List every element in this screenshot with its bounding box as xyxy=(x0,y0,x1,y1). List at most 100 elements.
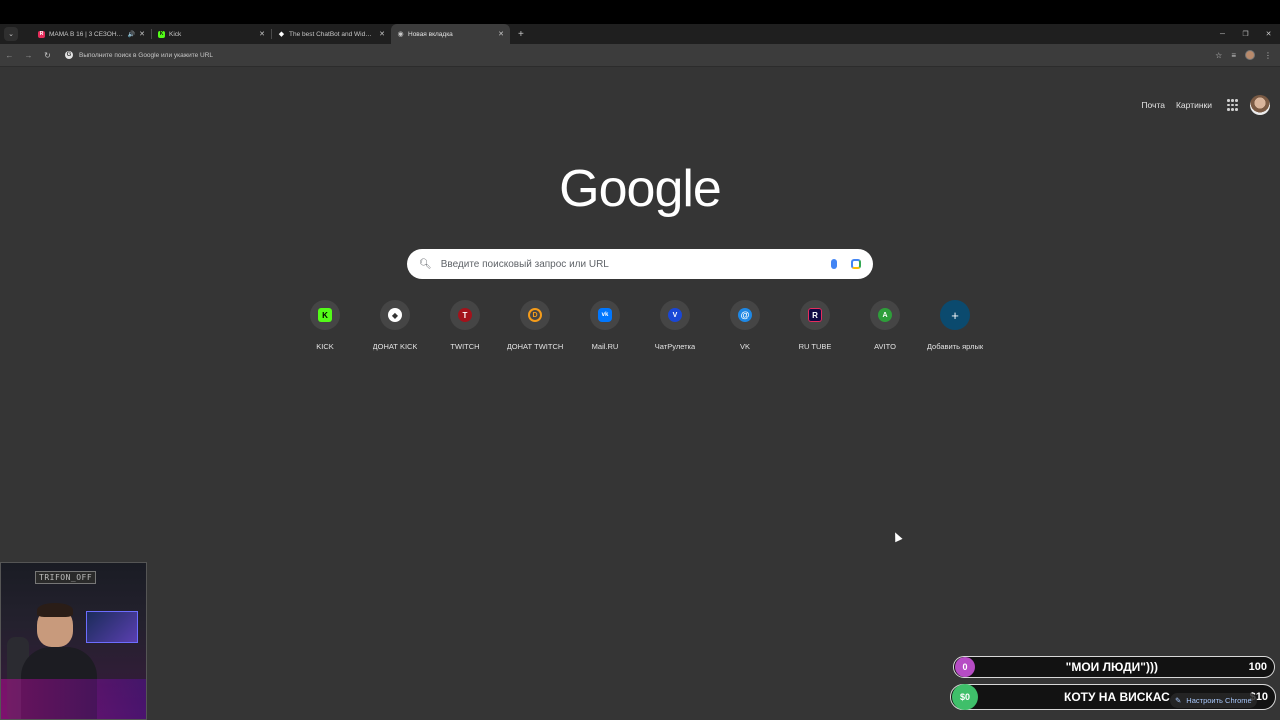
goal-title: "МОИ ЛЮДИ"))) xyxy=(1065,660,1158,674)
shortcut-tile: D xyxy=(520,300,550,330)
profile-avatar-icon[interactable] xyxy=(1245,50,1255,60)
shortcut-tile: A xyxy=(870,300,900,330)
donation-icon: ◆ xyxy=(388,308,402,322)
tab-new-tab[interactable]: ◉ Новая вкладка ✕ xyxy=(391,24,510,44)
apps-grid-icon[interactable] xyxy=(1227,99,1239,111)
shortcuts-grid: K KICK ◆ ДОНАТ KICK T TWITCH D ДОНАТ TWI… xyxy=(290,300,990,351)
kick-icon: K xyxy=(318,308,332,322)
tab-title: MAMA В 16 | 3 СЕЗОН, 1 ВЫПУСК xyxy=(49,30,125,38)
shortcut-label: TWITCH xyxy=(450,342,480,351)
tab-title: Новая вкладка xyxy=(408,30,453,38)
shortcut-donat-kick[interactable]: ◆ ДОНАТ KICK xyxy=(360,300,430,351)
search-icon: 🔍︎ xyxy=(419,258,432,270)
shortcut-label: VK xyxy=(739,342,750,351)
shortcut-avito[interactable]: A AVITO xyxy=(850,300,920,351)
shortcut-label: ЧатРулетка xyxy=(654,342,696,351)
recording-top-bar xyxy=(0,0,1280,24)
shortcut-tile: K xyxy=(310,300,340,330)
donation-goal-bar: 0 "МОИ ЛЮДИ"))) 100 xyxy=(953,656,1275,678)
rutube-favicon-icon: R xyxy=(38,30,45,38)
shortcut-add[interactable]: + Добавить ярлык xyxy=(920,300,990,351)
address-bar-placeholder: Выполните поиск в Google или укажите URL xyxy=(79,51,214,59)
gmail-link[interactable]: Почта xyxy=(1141,100,1165,110)
reload-icon[interactable]: ↻ xyxy=(38,51,57,60)
tab-search-button[interactable]: ⌄ xyxy=(4,27,18,41)
tab-title: Kick xyxy=(169,30,182,38)
window-controls: ─ ❐ ✕ xyxy=(1211,24,1280,44)
microphone-icon[interactable] xyxy=(831,259,837,269)
top-links: Почта Картинки xyxy=(1141,95,1270,115)
google-logo: Google xyxy=(559,160,722,218)
rutube-icon: R xyxy=(808,308,822,322)
close-icon[interactable]: ✕ xyxy=(498,30,504,38)
tab-mama-v-16[interactable]: R MAMA В 16 | 3 СЕЗОН, 1 ВЫПУСК 🔊 ✕ xyxy=(32,24,151,44)
mail-at-icon: @ xyxy=(738,308,752,322)
restore-icon[interactable]: ❐ xyxy=(1234,30,1257,38)
shortcut-tile: T xyxy=(450,300,480,330)
webcam-overlay: TRIFON_OFF xyxy=(0,562,147,720)
shortcut-vk[interactable]: @ VK xyxy=(710,300,780,351)
browser-toolbar: ← → ↻ G Выполните поиск в Google или ука… xyxy=(0,44,1280,66)
back-arrow-icon[interactable]: ← xyxy=(0,51,19,60)
shortcut-label: KICK xyxy=(316,342,334,351)
close-icon[interactable]: ✕ xyxy=(259,30,265,38)
vk-icon: vk xyxy=(598,308,612,322)
tab-chatbot[interactable]: ◆ The best ChatBot and Widgets ✕ xyxy=(272,24,391,44)
shortcut-label: Добавить ярлык xyxy=(926,342,984,351)
streamer-nickname: TRIFON_OFF xyxy=(35,571,97,584)
donationalerts-icon: D xyxy=(528,308,542,322)
google-lens-icon[interactable] xyxy=(851,259,861,269)
tab-title: The best ChatBot and Widgets xyxy=(289,30,376,38)
search-input[interactable] xyxy=(440,258,831,270)
address-bar[interactable]: G Выполните поиск в Google или укажите U… xyxy=(65,47,1215,63)
minimize-icon[interactable]: ─ xyxy=(1211,31,1234,38)
shortcut-chatrouletka[interactable]: V ЧатРулетка xyxy=(640,300,710,351)
shortcut-tile: R xyxy=(800,300,830,330)
customize-chrome-label: Настроить Chrome xyxy=(1186,696,1252,705)
speaker-icon[interactable]: 🔊 xyxy=(128,31,135,38)
chevron-down-icon: ⌄ xyxy=(8,31,14,38)
chrome-favicon-icon: ◉ xyxy=(397,31,404,38)
search-box[interactable]: 🔍︎ xyxy=(407,249,873,279)
media-controls-icon[interactable]: ≡ xyxy=(1231,51,1236,60)
close-window-icon[interactable]: ✕ xyxy=(1257,30,1280,38)
close-icon[interactable]: ✕ xyxy=(379,30,385,38)
goal-target: 100 xyxy=(1248,661,1267,673)
shortcut-tile: ◆ xyxy=(380,300,410,330)
menu-kebab-icon[interactable]: ⋮ xyxy=(1264,51,1272,60)
kick-favicon-icon: K xyxy=(158,30,165,38)
shortcut-kick[interactable]: K KICK xyxy=(290,300,360,351)
images-link[interactable]: Картинки xyxy=(1176,100,1212,110)
chatbot-favicon-icon: ◆ xyxy=(278,31,285,38)
new-tab-button[interactable]: + xyxy=(518,29,524,40)
shortcut-donat-twitch[interactable]: D ДОНАТ TWITCH xyxy=(500,300,570,351)
new-tab-page: Почта Картинки Google 🔍︎ K KICK ◆ ДОНАТ … xyxy=(0,66,1280,720)
chatroulette-icon: V xyxy=(668,308,682,322)
close-icon[interactable]: ✕ xyxy=(139,30,145,38)
mouse-cursor-icon xyxy=(891,530,903,543)
shortcut-tile: vk xyxy=(590,300,620,330)
shortcut-mail-ru[interactable]: vk Mail.RU xyxy=(570,300,640,351)
forward-arrow-icon[interactable]: → xyxy=(19,51,38,60)
shortcut-label: Mail.RU xyxy=(591,342,619,351)
goal-progress-badge: 0 xyxy=(955,657,975,677)
toolbar-actions: ☆ ≡ ⋮ xyxy=(1215,50,1272,60)
google-g-icon: G xyxy=(65,51,73,59)
account-avatar[interactable] xyxy=(1250,95,1270,115)
shortcut-label: AVITO xyxy=(874,342,896,351)
tab-kick[interactable]: K Kick ✕ xyxy=(152,24,271,44)
tab-strip: ⌄ R MAMA В 16 | 3 СЕЗОН, 1 ВЫПУСК 🔊 ✕ K … xyxy=(0,24,1280,44)
shortcut-label: ДОНАТ KICK xyxy=(372,342,418,351)
shortcut-twitch[interactable]: T TWITCH xyxy=(430,300,500,351)
shortcut-label: ДОНАТ TWITCH xyxy=(506,342,564,351)
pencil-icon: ✎ xyxy=(1175,696,1182,705)
customize-chrome-button[interactable]: ✎ Настроить Chrome xyxy=(1170,693,1257,708)
shortcut-rutube[interactable]: R RU TUBE xyxy=(780,300,850,351)
bookmark-star-icon[interactable]: ☆ xyxy=(1215,51,1222,60)
avito-icon: A xyxy=(878,308,892,322)
neon-glow xyxy=(1,679,146,719)
streamer-hair xyxy=(37,603,73,617)
goal-progress-badge: $0 xyxy=(952,684,978,710)
twitch-icon: T xyxy=(458,308,472,322)
shortcut-tile: V xyxy=(660,300,690,330)
